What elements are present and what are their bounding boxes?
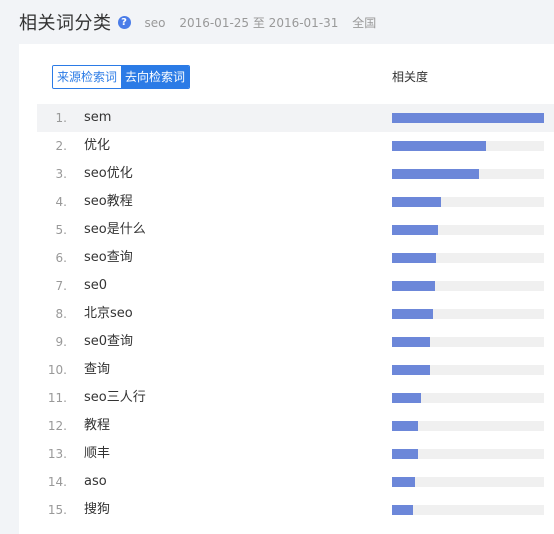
- row-keyword[interactable]: seo三人行: [84, 384, 146, 412]
- relevance-track: [392, 365, 544, 375]
- keyword-row[interactable]: 7. se0: [37, 272, 554, 300]
- relevance-bar: [392, 309, 433, 319]
- row-keyword[interactable]: se0: [84, 272, 107, 300]
- row-rank: 9.: [55, 335, 67, 349]
- relevance-bar: [392, 253, 436, 263]
- related-words-panel: 来源检索词 去向检索词 相关度 1. sem 2. 优化 3. seo优化 4. seo教程 5…: [19, 44, 554, 534]
- relevance-track: [392, 449, 544, 459]
- relevance-bar: [392, 337, 430, 347]
- row-keyword[interactable]: se0查询: [84, 328, 133, 356]
- row-keyword[interactable]: 搜狗: [84, 496, 110, 524]
- relevance-column-header: 相关度: [392, 70, 429, 84]
- relevance-bar: [392, 393, 421, 403]
- relevance-track: [392, 337, 544, 347]
- row-rank: 12.: [47, 419, 67, 433]
- page-header: 相关词分类 ? seo 2016-01-25 至 2016-01-31 全国: [19, 9, 386, 35]
- row-keyword[interactable]: aso: [84, 468, 107, 496]
- row-keyword[interactable]: sem: [84, 104, 111, 132]
- query-meta: seo 2016-01-25 至 2016-01-31 全国: [145, 14, 387, 31]
- row-rank: 1.: [55, 111, 67, 125]
- meta-keyword: seo: [144, 15, 166, 30]
- source-terms-tab[interactable]: 来源检索词: [53, 66, 122, 88]
- keyword-row[interactable]: 12. 教程: [37, 412, 554, 440]
- row-rank: 15.: [47, 503, 67, 517]
- relevance-track: [392, 309, 544, 319]
- row-rank: 10.: [47, 363, 67, 377]
- row-rank: 14.: [47, 475, 67, 489]
- keyword-row[interactable]: 14. aso: [37, 468, 554, 496]
- target-terms-tab[interactable]: 去向检索词: [121, 66, 190, 88]
- keyword-list: 1. sem 2. 优化 3. seo优化 4. seo教程 5. seo是什么 6. seo查询 7.…: [37, 104, 554, 524]
- keyword-row[interactable]: 10. 查询: [37, 356, 554, 384]
- relevance-bar: [392, 281, 435, 291]
- row-rank: 7.: [55, 279, 67, 293]
- keyword-row[interactable]: 15. 搜狗: [37, 496, 554, 524]
- relevance-track: [392, 113, 544, 123]
- direction-toggle: 来源检索词 去向检索词: [52, 65, 191, 89]
- row-keyword[interactable]: 查询: [84, 356, 110, 384]
- keyword-row[interactable]: 6. seo查询: [37, 244, 554, 272]
- row-keyword[interactable]: 教程: [84, 412, 110, 440]
- relevance-track: [392, 281, 544, 291]
- row-rank: 5.: [55, 223, 67, 237]
- relevance-bar: [392, 449, 418, 459]
- relevance-bar: [392, 365, 430, 375]
- relevance-track: [392, 477, 544, 487]
- meta-region: 全国: [352, 15, 377, 30]
- relevance-track: [392, 225, 544, 235]
- row-keyword[interactable]: seo是什么: [84, 216, 146, 244]
- keyword-row[interactable]: 2. 优化: [37, 132, 554, 160]
- relevance-track: [392, 421, 544, 431]
- relevance-bar: [392, 169, 479, 179]
- row-rank: 13.: [47, 447, 67, 461]
- keyword-row[interactable]: 4. seo教程: [37, 188, 554, 216]
- relevance-track: [392, 393, 544, 403]
- row-keyword[interactable]: seo教程: [84, 188, 133, 216]
- meta-date-range: 2016-01-25 至 2016-01-31: [179, 15, 339, 30]
- keyword-row[interactable]: 3. seo优化: [37, 160, 554, 188]
- relevance-bar: [392, 113, 544, 123]
- keyword-row[interactable]: 5. seo是什么: [37, 216, 554, 244]
- relevance-bar: [392, 225, 438, 235]
- row-rank: 4.: [55, 195, 67, 209]
- row-rank: 6.: [55, 251, 67, 265]
- relevance-bar: [392, 505, 413, 515]
- relevance-track: [392, 169, 544, 179]
- keyword-row[interactable]: 1. sem: [37, 104, 554, 132]
- row-rank: 3.: [55, 167, 67, 181]
- keyword-row[interactable]: 9. se0查询: [37, 328, 554, 356]
- row-keyword[interactable]: 顺丰: [84, 440, 110, 468]
- row-keyword[interactable]: 北京seo: [84, 300, 133, 328]
- relevance-bar: [392, 141, 486, 151]
- relevance-track: [392, 197, 544, 207]
- keyword-row[interactable]: 11. seo三人行: [37, 384, 554, 412]
- keyword-row[interactable]: 8. 北京seo: [37, 300, 554, 328]
- page-title: 相关词分类: [19, 13, 112, 34]
- row-rank: 11.: [47, 391, 67, 405]
- keyword-row[interactable]: 13. 顺丰: [37, 440, 554, 468]
- row-rank: 8.: [55, 307, 67, 321]
- relevance-bar: [392, 477, 415, 487]
- relevance-track: [392, 253, 544, 263]
- row-rank: 2.: [55, 139, 67, 153]
- relevance-track: [392, 505, 544, 515]
- help-icon[interactable]: ?: [117, 15, 131, 29]
- relevance-bar: [392, 197, 441, 207]
- relevance-bar: [392, 421, 418, 431]
- row-keyword[interactable]: seo优化: [84, 160, 133, 188]
- row-keyword[interactable]: 优化: [84, 132, 110, 160]
- relevance-track: [392, 141, 544, 151]
- row-keyword[interactable]: seo查询: [84, 244, 133, 272]
